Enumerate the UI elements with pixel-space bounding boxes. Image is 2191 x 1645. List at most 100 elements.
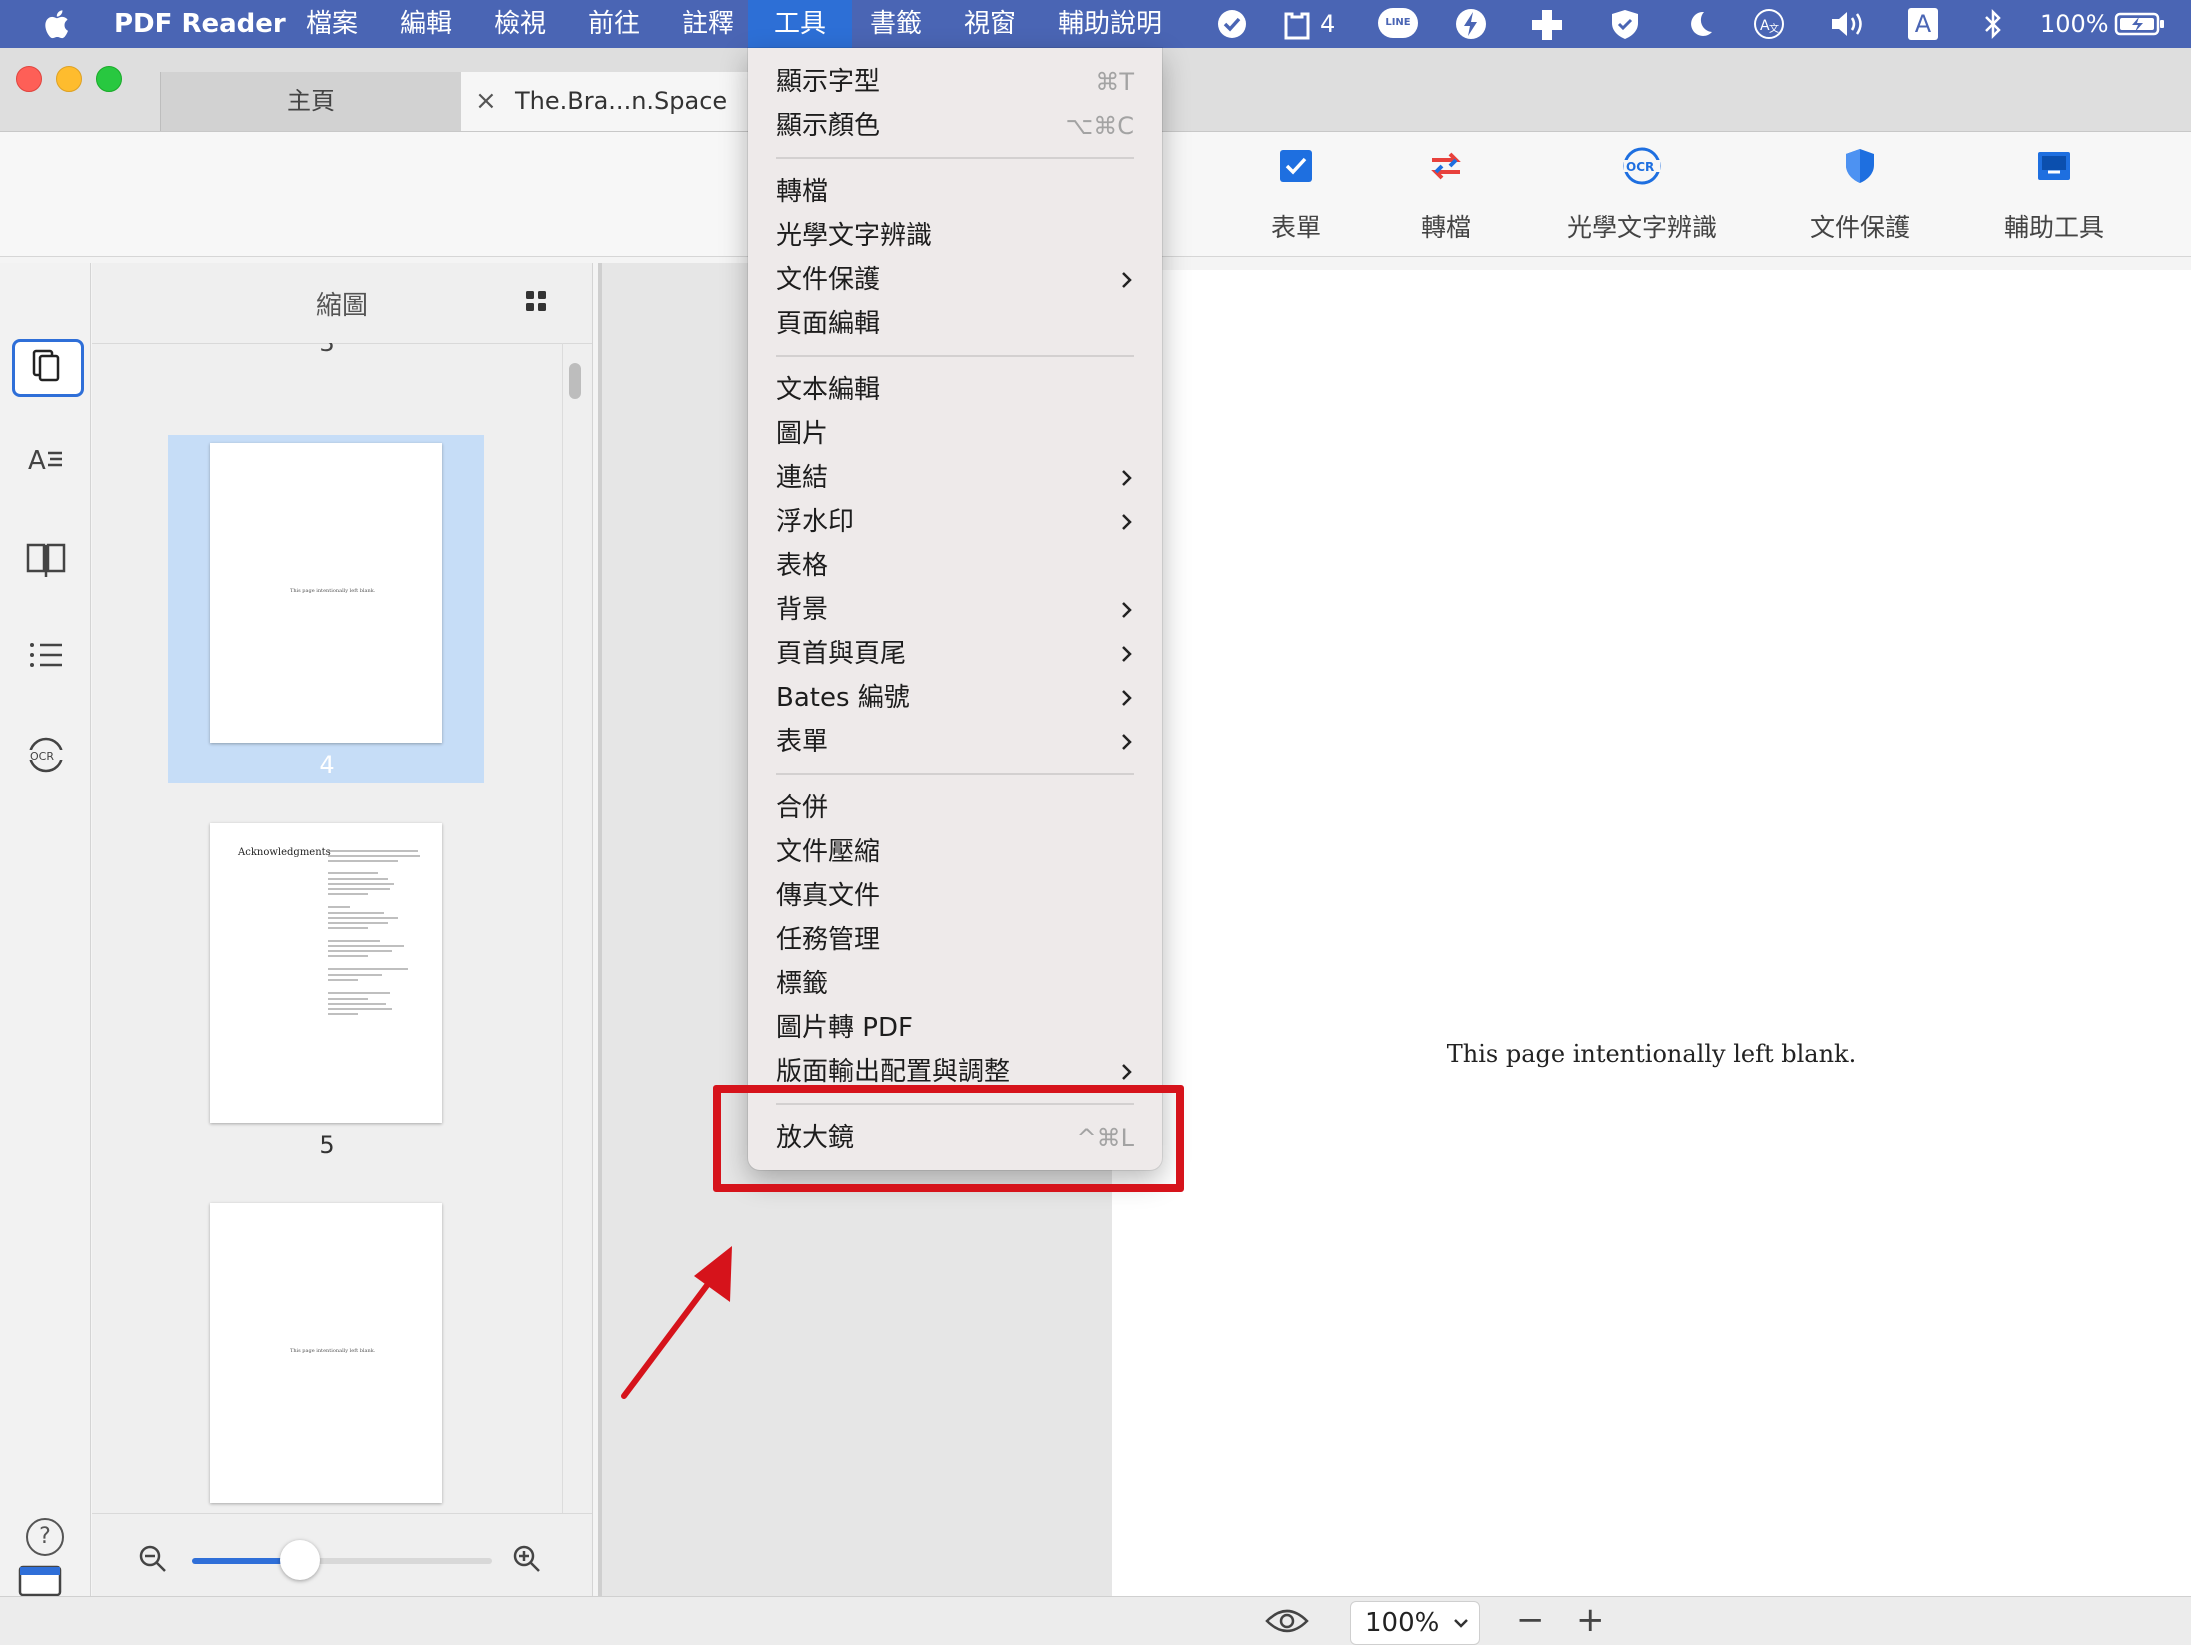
menu-item-page-edit[interactable]: 頁面編輯 bbox=[776, 304, 880, 344]
bluetooth-icon[interactable] bbox=[1982, 8, 2004, 40]
tab-document[interactable]: × The.Bra...n.Space bbox=[461, 72, 761, 131]
thumbnail-zoom-knob[interactable] bbox=[280, 1540, 320, 1580]
zoom-out-icon[interactable] bbox=[138, 1544, 168, 1574]
menu-bookmarks[interactable]: 書籤 bbox=[870, 0, 922, 48]
menu-item-task-manager[interactable]: 任務管理 bbox=[776, 920, 880, 960]
menu-item-ocr[interactable]: 光學文字辨識 bbox=[776, 216, 932, 256]
document-page[interactable]: This page intentionally left blank. bbox=[1112, 270, 2191, 1596]
menu-item-image-to-pdf[interactable]: 圖片轉 PDF bbox=[776, 1008, 913, 1048]
zoom-minus-button[interactable]: − bbox=[1516, 1597, 1545, 1643]
close-tab-icon[interactable]: × bbox=[475, 72, 497, 131]
check-circle-icon[interactable] bbox=[1216, 8, 1248, 40]
zoom-plus-button[interactable]: + bbox=[1576, 1597, 1605, 1643]
help-icon[interactable]: ? bbox=[26, 1518, 64, 1556]
plus-cross-icon[interactable] bbox=[1530, 8, 1564, 40]
convert-arrows-icon bbox=[1431, 152, 1461, 180]
thumbnails-panel: 縮圖 3 This page intentionally left blank.… bbox=[92, 263, 593, 1596]
page-number-4: 4 bbox=[319, 751, 335, 779]
menu-item-header-footer[interactable]: 頁首與頁尾 bbox=[776, 634, 906, 674]
page-thumbnail-5[interactable]: Acknowledgments bbox=[210, 823, 442, 1123]
menu-view[interactable]: 檢視 bbox=[494, 0, 546, 48]
ocr-icon[interactable]: OCR bbox=[22, 731, 70, 779]
menu-tools[interactable]: 工具 bbox=[748, 0, 853, 48]
menu-item-text-edit[interactable]: 文本編輯 bbox=[776, 370, 880, 410]
thumbnails-header: 縮圖 bbox=[92, 263, 592, 344]
tools-dropdown-menu: 顯示字型 ⌘T 顯示顏色 ⌥⌘C 轉檔 光學文字辨識 文件保護 頁面編輯 文本編… bbox=[748, 48, 1162, 1170]
toolbar-convert-label: 轉檔 bbox=[1420, 213, 1471, 242]
menu-file[interactable]: 檔案 bbox=[306, 0, 358, 48]
toolbar-convert-button[interactable]: 轉檔 bbox=[1366, 132, 1526, 256]
tab-home[interactable]: 主頁 bbox=[160, 72, 462, 131]
menu-go[interactable]: 前往 bbox=[588, 0, 640, 48]
close-window-button[interactable] bbox=[16, 66, 42, 92]
menu-help[interactable]: 輔助說明 bbox=[1058, 0, 1162, 48]
toolbar-tools-label: 輔助工具 bbox=[2003, 213, 2104, 242]
status-bar: 100% − + bbox=[0, 1596, 2191, 1645]
menu-item-image[interactable]: 圖片 bbox=[776, 414, 828, 454]
svg-text:文: 文 bbox=[1769, 22, 1779, 35]
volume-icon[interactable] bbox=[1828, 8, 1868, 40]
thumbnails-scrollbar[interactable] bbox=[569, 363, 581, 399]
shield-check-icon[interactable] bbox=[1608, 8, 1642, 40]
menu-edit[interactable]: 編輯 bbox=[400, 0, 452, 48]
page-thumbnail-6[interactable]: This page intentionally left blank. bbox=[210, 1203, 442, 1503]
toolbar-form-button[interactable]: 表單 bbox=[1216, 132, 1376, 256]
sidebar-rail: A OCR ? bbox=[0, 263, 91, 1597]
chevron-right-icon bbox=[1122, 514, 1132, 530]
book-icon[interactable] bbox=[22, 533, 70, 581]
zoom-select[interactable]: 100% bbox=[1350, 1601, 1480, 1645]
menu-annotate[interactable]: 註釋 bbox=[682, 0, 734, 48]
menu-bar: PDF Reader 檔案 編輯 檢視 前往 註釋 工具 書籤 視窗 輔助說明 … bbox=[0, 0, 2191, 48]
chevron-right-icon bbox=[1122, 646, 1132, 662]
menu-item-form[interactable]: 表單 bbox=[776, 722, 828, 762]
thumbnails-icon[interactable] bbox=[22, 341, 70, 389]
svg-text:A: A bbox=[28, 446, 46, 476]
input-source-icon[interactable]: A bbox=[1908, 8, 1938, 40]
menu-item-show-colors[interactable]: 顯示顏色 bbox=[776, 106, 880, 146]
grid-view-icon[interactable] bbox=[524, 289, 548, 313]
menu-item-tags[interactable]: 標籤 bbox=[776, 964, 828, 1004]
list-icon[interactable] bbox=[22, 631, 70, 679]
menu-app-name[interactable]: PDF Reader bbox=[114, 0, 286, 48]
status-count: 4 bbox=[1320, 10, 1336, 38]
menu-item-compress[interactable]: 文件壓縮 bbox=[776, 832, 880, 872]
menu-item-background[interactable]: 背景 bbox=[776, 590, 828, 630]
menu-item-merge[interactable]: 合併 bbox=[776, 788, 828, 828]
menu-item-bates-numbering[interactable]: Bates 編號 bbox=[776, 678, 910, 718]
zoom-window-button[interactable] bbox=[96, 66, 122, 92]
text-format-icon[interactable]: A bbox=[22, 435, 70, 483]
menu-item-watermark[interactable]: 浮水印 bbox=[776, 502, 854, 542]
menu-item-protect[interactable]: 文件保護 bbox=[776, 260, 880, 300]
menu-item-link[interactable]: 連結 bbox=[776, 458, 828, 498]
moon-icon[interactable] bbox=[1684, 8, 1714, 40]
zoom-in-icon[interactable] bbox=[512, 1544, 542, 1574]
chevron-right-icon bbox=[1122, 470, 1132, 486]
lightning-icon[interactable] bbox=[1454, 8, 1488, 40]
translate-icon[interactable]: A文 bbox=[1752, 8, 1786, 40]
toolbar-protect-button[interactable]: 文件保護 bbox=[1780, 132, 1940, 256]
chevron-right-icon bbox=[1122, 690, 1132, 706]
ocr-icon: OCR bbox=[1623, 147, 1661, 185]
menu-window[interactable]: 視窗 bbox=[964, 0, 1016, 48]
menu-item-convert[interactable]: 轉檔 bbox=[776, 172, 828, 212]
thumbnails-footer bbox=[92, 1513, 592, 1597]
toolbar-tools-button[interactable]: 輔助工具 bbox=[1974, 132, 2134, 256]
minimize-window-button[interactable] bbox=[56, 66, 82, 92]
svg-text:OCR: OCR bbox=[1626, 160, 1654, 174]
clipboard-icon[interactable] bbox=[1280, 8, 1314, 40]
toolbar-ocr-button[interactable]: OCR 光學文字辨識 bbox=[1522, 132, 1762, 256]
window-layout-icon[interactable] bbox=[18, 1563, 62, 1597]
toolbar-form-label: 表單 bbox=[1270, 213, 1321, 242]
menu-item-fax[interactable]: 傳真文件 bbox=[776, 876, 880, 916]
page-thumbnail-4[interactable]: This page intentionally left blank. bbox=[210, 443, 442, 743]
shortcut-show-fonts: ⌘T bbox=[1095, 68, 1134, 96]
menu-item-table[interactable]: 表格 bbox=[776, 546, 828, 586]
battery-icon[interactable] bbox=[2114, 8, 2166, 40]
eye-icon[interactable] bbox=[1265, 1605, 1309, 1637]
toolbar-protect-label: 文件保護 bbox=[1809, 213, 1910, 242]
thumbnail-zoom-slider[interactable] bbox=[192, 1558, 492, 1564]
thumbnails-scroll-track bbox=[562, 343, 563, 1513]
line-app-icon[interactable]: LINE bbox=[1378, 8, 1418, 38]
apple-logo-icon[interactable] bbox=[40, 7, 70, 41]
menu-item-show-fonts[interactable]: 顯示字型 bbox=[776, 62, 880, 102]
